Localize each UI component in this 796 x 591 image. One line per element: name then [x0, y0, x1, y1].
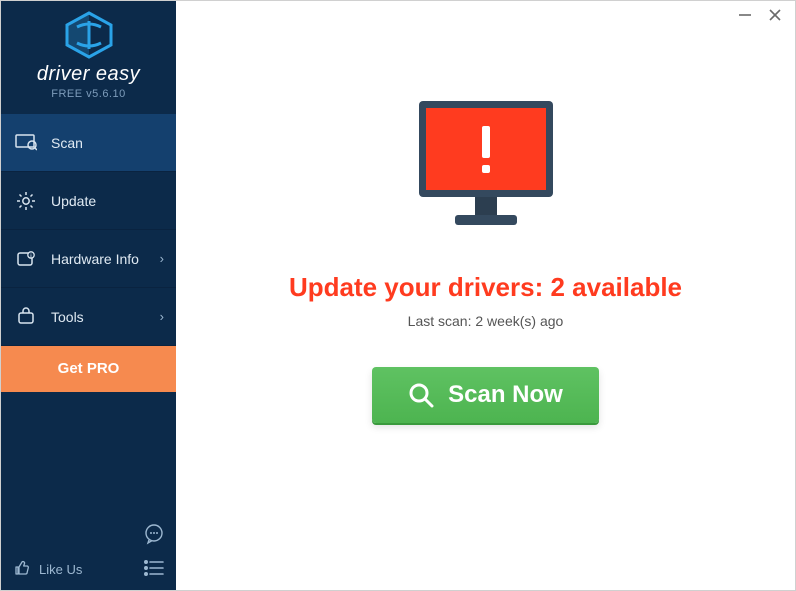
close-button[interactable] — [767, 7, 783, 23]
sidebar-item-label: Scan — [51, 135, 83, 151]
brand-name: driver easy — [1, 63, 176, 86]
scan-icon — [15, 132, 37, 154]
monitor-alert-icon — [401, 93, 571, 243]
app-window: driver easy FREE v5.6.10 Scan Update i — [0, 0, 796, 591]
sidebar-item-scan[interactable]: Scan — [1, 114, 176, 172]
logo-area: driver easy FREE v5.6.10 — [1, 1, 176, 114]
gear-icon — [15, 190, 37, 212]
alert-illustration — [401, 93, 571, 248]
tools-icon — [15, 306, 37, 328]
sidebar-item-label: Hardware Info — [51, 251, 139, 267]
menu-button[interactable] — [142, 556, 166, 580]
sidebar-footer: Like Us — [1, 514, 176, 590]
close-icon — [768, 8, 782, 22]
scan-now-button[interactable]: Scan Now — [372, 367, 599, 423]
like-us-button[interactable]: Like Us — [13, 559, 82, 580]
sidebar-item-label: Update — [51, 193, 96, 209]
sidebar-spacer — [1, 392, 176, 514]
sidebar-item-hardware-info[interactable]: i Hardware Info › — [1, 230, 176, 288]
get-pro-button[interactable]: Get PRO — [1, 346, 176, 392]
sidebar-nav: Scan Update i Hardware Info › Tools — [1, 114, 176, 392]
titlebar — [176, 1, 795, 29]
minimize-button[interactable] — [737, 7, 753, 23]
minimize-icon — [738, 8, 752, 22]
chevron-right-icon: › — [160, 251, 164, 266]
thumbs-up-icon — [13, 559, 31, 580]
hardware-icon: i — [15, 248, 37, 270]
sidebar-item-label: Tools — [51, 309, 84, 325]
magnifier-icon — [408, 382, 434, 408]
last-scan-text: Last scan: 2 week(s) ago — [408, 313, 564, 329]
main-panel: Update your drivers: 2 available Last sc… — [176, 1, 795, 590]
brand-version: FREE v5.6.10 — [1, 88, 176, 100]
content-area: Update your drivers: 2 available Last sc… — [176, 29, 795, 590]
brand-logo-icon — [63, 11, 115, 59]
sidebar-item-update[interactable]: Update — [1, 172, 176, 230]
feedback-button[interactable] — [142, 522, 166, 546]
scan-button-label: Scan Now — [448, 381, 563, 409]
footer-icons — [142, 522, 166, 580]
like-us-label: Like Us — [39, 562, 82, 577]
headline-text: Update your drivers: 2 available — [289, 272, 682, 303]
speech-bubble-icon — [143, 523, 165, 545]
sidebar-item-tools[interactable]: Tools › — [1, 288, 176, 346]
sidebar: driver easy FREE v5.6.10 Scan Update i — [1, 1, 176, 590]
list-icon — [143, 560, 165, 576]
chevron-right-icon: › — [160, 309, 164, 324]
